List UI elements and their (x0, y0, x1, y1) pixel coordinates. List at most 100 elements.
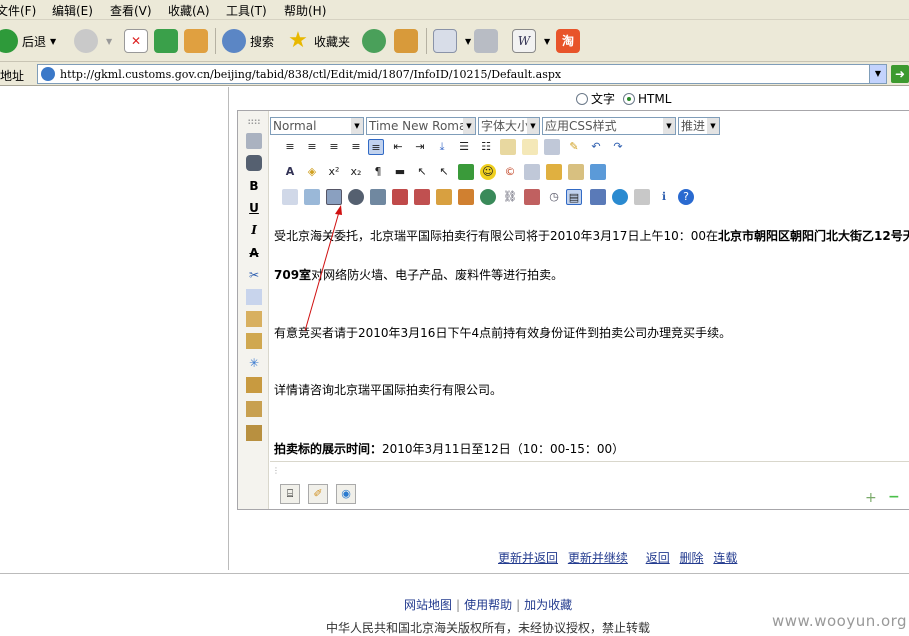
undo-icon[interactable]: ↶ (588, 139, 604, 155)
menu-file[interactable]: 文件(F) (0, 2, 36, 19)
bold-icon[interactable]: B (246, 178, 262, 194)
insert-file-icon[interactable] (414, 189, 430, 205)
paste-text-icon[interactable] (246, 401, 262, 417)
mode-html-radio[interactable]: HTML (623, 92, 671, 106)
favorites-button[interactable]: ★ 收藏夹 (286, 26, 350, 56)
insert-object-icon[interactable] (458, 189, 474, 205)
align-left-icon[interactable]: ≡ (282, 139, 298, 155)
format-select[interactable]: Normal ▼ (270, 117, 364, 135)
unlink-icon[interactable]: ⛓ (502, 189, 518, 205)
redo-icon[interactable]: ↷ (610, 139, 626, 155)
preview-button[interactable]: ◉ (336, 484, 356, 504)
format-brush-icon[interactable]: ✎ (566, 139, 582, 155)
justify-icon[interactable]: ≡ (348, 139, 364, 155)
update-and-return-link[interactable]: 更新并返回 (498, 551, 558, 565)
help-icon[interactable]: ? (678, 189, 694, 205)
stop-button[interactable]: ✕ (124, 26, 152, 56)
paste-html-icon[interactable] (246, 425, 262, 441)
select-cursor-icon[interactable]: ↖ (414, 164, 430, 180)
copyright-symbol-icon[interactable]: © (502, 164, 518, 180)
css-style-select[interactable]: 应用CSS样式 ▼ (542, 117, 676, 135)
preview-icon[interactable] (634, 189, 650, 205)
indent-select[interactable]: 推进 ▼ (678, 117, 720, 135)
fullscreen-icon[interactable] (590, 189, 606, 205)
add-favorite-link[interactable]: 加为收藏 (524, 598, 572, 612)
mode-text-radio[interactable]: 文字 (576, 90, 615, 107)
insert-document-icon[interactable] (590, 164, 606, 180)
underline-icon[interactable]: U (246, 200, 262, 216)
unordered-list-icon[interactable]: ☷ (478, 139, 494, 155)
print-button[interactable] (474, 26, 502, 56)
html-view-button[interactable]: ✐ (308, 484, 328, 504)
insert-hyperlink-icon[interactable] (480, 189, 496, 205)
forward-button[interactable]: ▼ (74, 26, 112, 56)
history-button[interactable] (362, 26, 390, 56)
sitemap-link[interactable]: 网站地图 (404, 598, 452, 612)
help-link[interactable]: 使用帮助 (464, 598, 512, 612)
insert-media-icon[interactable] (370, 189, 386, 205)
insert-table-icon[interactable] (282, 189, 298, 205)
show-borders-icon[interactable]: ▤ (566, 189, 582, 205)
print-icon[interactable] (246, 133, 262, 149)
edit-word-button[interactable]: W ▼ (512, 26, 550, 56)
globe-icon[interactable] (612, 189, 628, 205)
mail-button[interactable]: ▼ (433, 26, 471, 56)
menu-edit[interactable]: 编辑(E) (52, 2, 93, 19)
find-icon[interactable] (246, 155, 262, 171)
insert-table-frame-icon[interactable] (524, 164, 540, 180)
absolute-position-icon[interactable]: ↖ (436, 164, 452, 180)
insert-page-icon[interactable] (568, 164, 584, 180)
italic-icon[interactable]: I (246, 222, 262, 238)
indent-icon[interactable]: ⇥ (412, 139, 428, 155)
paragraph-icon[interactable]: ¶ (370, 164, 386, 180)
paste-word-icon[interactable] (246, 333, 262, 349)
font-color-icon[interactable]: A (282, 164, 298, 180)
zoom-in-icon[interactable]: + (865, 490, 877, 506)
home-button[interactable] (184, 26, 212, 56)
back-button[interactable]: 后退 ▼ (0, 26, 56, 56)
clean-icon[interactable]: ✳ (246, 355, 262, 371)
justify-full-icon[interactable]: ≡ (368, 139, 384, 155)
insert-date-icon[interactable]: ◷ (546, 189, 562, 205)
zoom-out-icon[interactable]: − (888, 489, 900, 505)
font-select[interactable]: Time New Roman ▼ (366, 117, 476, 135)
insert-bookmark-icon[interactable] (524, 189, 540, 205)
font-size-select[interactable]: 字体大小 ▼ (478, 117, 540, 135)
superscript-icon[interactable]: x² (326, 164, 342, 180)
home2-button[interactable] (394, 26, 422, 56)
serial-link[interactable]: 连载 (713, 551, 737, 565)
subscript-icon[interactable]: x₂ (348, 164, 364, 180)
insert-template-icon[interactable] (500, 139, 516, 155)
insert-box-icon[interactable] (544, 139, 560, 155)
insert-image-upload-icon[interactable] (326, 189, 342, 205)
menu-favorites[interactable]: 收藏(A) (168, 2, 210, 19)
insert-attachment-icon[interactable] (436, 189, 452, 205)
copy-icon[interactable] (246, 289, 262, 305)
editor-content[interactable]: 受北京海关委托，北京瑞平国际拍卖行有限公司将于2010年3月17日上午10：00… (272, 211, 909, 461)
refresh-button[interactable] (154, 26, 182, 56)
outdent-icon[interactable]: ⇤ (390, 139, 406, 155)
address-input[interactable]: http://gkml.customs.gov.cn/beijing/tabid… (37, 64, 887, 84)
go-button[interactable]: ➜ (891, 65, 909, 83)
cut-icon[interactable]: ✂ (246, 267, 262, 283)
search-button[interactable]: 搜索 (222, 26, 274, 56)
menu-view[interactable]: 查看(V) (110, 2, 152, 19)
align-right-icon[interactable]: ≡ (326, 139, 342, 155)
return-link[interactable]: 返回 (646, 551, 670, 565)
horizontal-rule-icon[interactable]: ▬ (392, 164, 408, 180)
paste-icon[interactable] (246, 311, 262, 327)
address-dropdown-icon[interactable]: ▼ (869, 65, 886, 83)
strikethrough-icon[interactable]: A (246, 245, 262, 261)
menu-tools[interactable]: 工具(T) (226, 2, 267, 19)
taobao-button[interactable]: 淘 (556, 26, 584, 56)
menu-help[interactable]: 帮助(H) (284, 2, 326, 19)
insert-image-icon[interactable] (304, 189, 320, 205)
delete-link[interactable]: 删除 (680, 551, 704, 565)
paste-special-icon[interactable] (246, 377, 262, 393)
smiley-icon[interactable]: ☺ (480, 164, 496, 180)
insert-link-icon[interactable]: ⤓ (434, 139, 450, 155)
special-chars-icon[interactable]: ℹ (656, 189, 672, 205)
design-view-button[interactable]: ⌸ (280, 484, 300, 504)
ordered-list-icon[interactable]: ☰ (456, 139, 472, 155)
update-and-continue-link[interactable]: 更新并继续 (568, 551, 628, 565)
